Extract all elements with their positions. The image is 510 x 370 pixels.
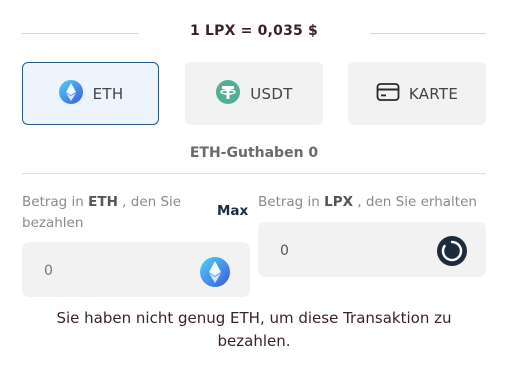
receive-amount-field [258,222,486,279]
tether-icon [215,79,241,109]
receive-label-prefix: Betrag in [258,194,325,210]
pay-amount-input[interactable] [42,242,196,299]
ethereum-icon [58,79,84,109]
pay-label-prefix: Betrag in [22,194,89,210]
wallet-balance: ETH-Guthaben 0 [189,145,319,161]
payment-method-label: KARTE [408,84,459,103]
rate-divider-right [370,33,486,34]
max-amount-button[interactable]: Max [217,203,248,219]
payment-method-card-button[interactable]: KARTE [348,62,486,125]
exchange-rate-row: 1 LPX = 0,035 $ [22,22,486,44]
exchange-rate-text: 1 LPX = 0,035 $ [190,23,318,39]
pay-amount-field [22,242,250,299]
receive-label-suffix: , den Sie erhalten [353,194,477,210]
receive-label-currency: LPX [324,194,354,210]
receive-amount-label: Betrag in LPX , den Sie erhalten [258,192,498,213]
payment-method-label: ETH [92,84,124,103]
payment-method-eth-button[interactable]: ETH [22,62,159,125]
payment-method-usdt-button[interactable]: USDT [185,62,323,125]
receive-amount-input[interactable] [278,222,432,279]
payment-method-label: USDT [250,84,293,103]
pay-label-currency: ETH [88,194,118,210]
divider [22,173,486,174]
pay-amount-label: Betrag in ETH , den Sie bezahlen [22,192,202,234]
ethereum-icon [199,256,231,288]
lpx-token-icon [436,235,468,267]
insufficient-funds-warning: Sie haben nicht genug ETH, um diese Tran… [56,309,452,350]
credit-card-icon [376,82,400,106]
